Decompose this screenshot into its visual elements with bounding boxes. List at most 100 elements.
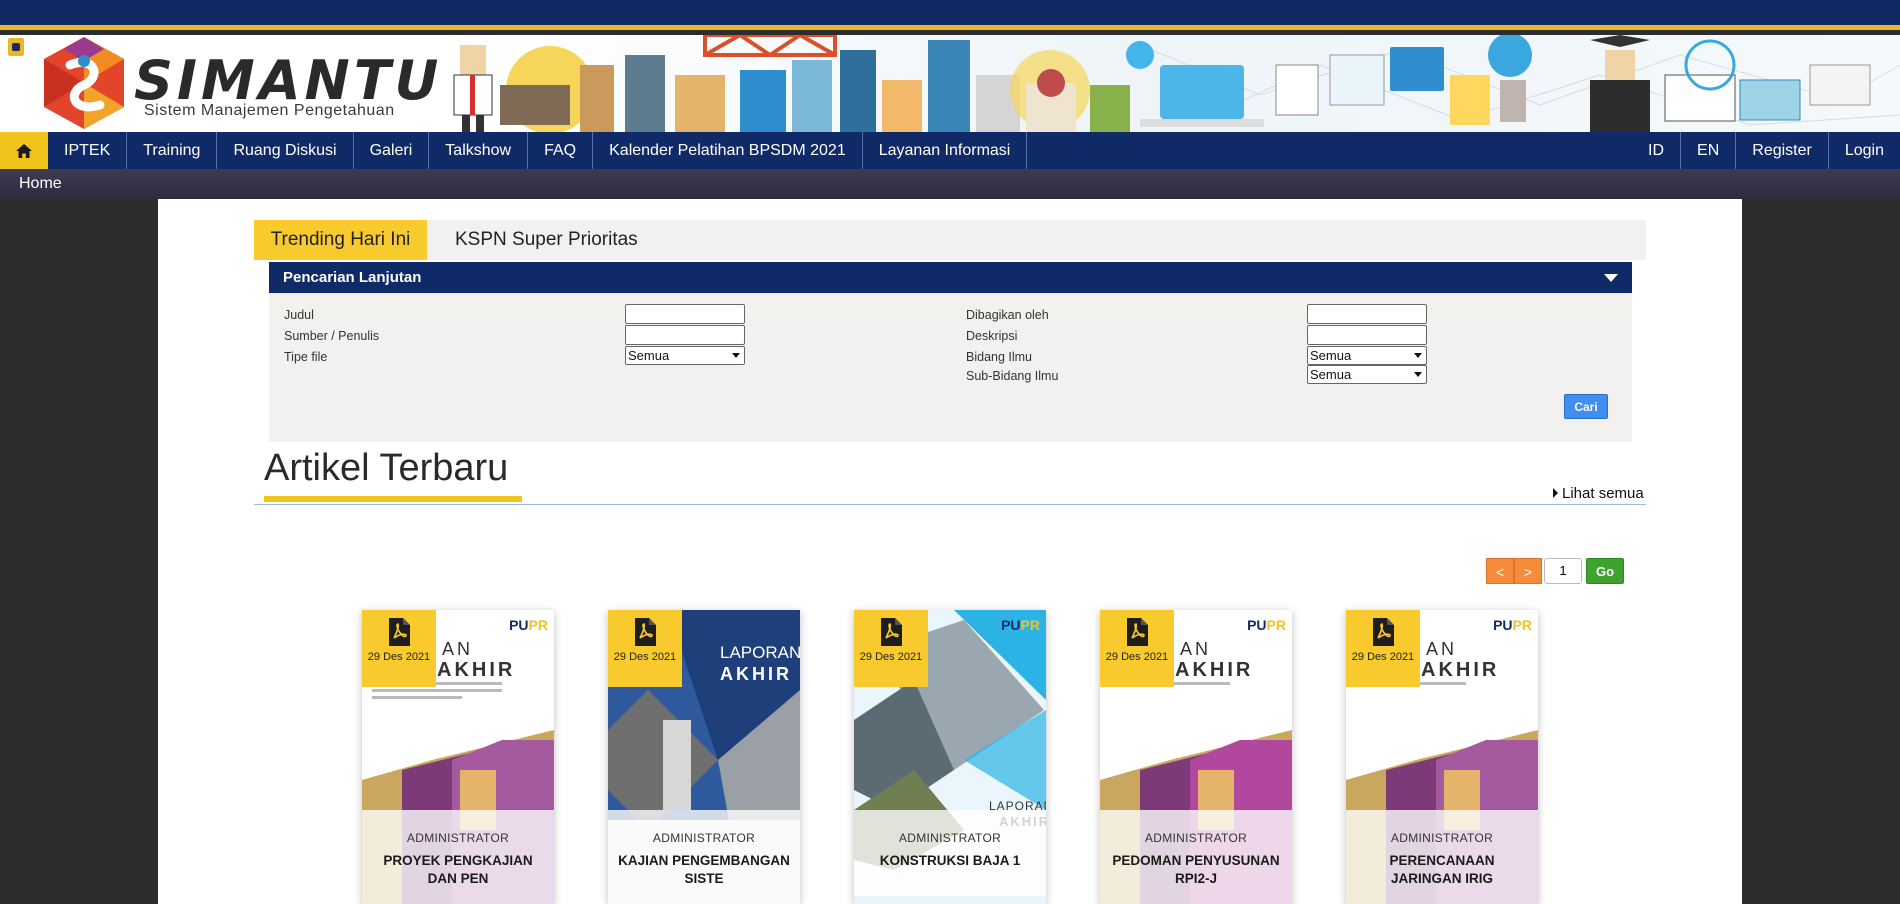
article-card[interactable]: AN AKHIR PUPR 29 Des 2021 ADMINISTRATOR …	[362, 610, 554, 904]
site-banner: SIMANTU Sistem Manajemen Pengetahuan	[0, 35, 1900, 132]
nav-right-group: ID EN Register Login	[1632, 132, 1900, 169]
svg-text:AKHIR: AKHIR	[1175, 659, 1253, 681]
section-divider	[254, 504, 1646, 505]
card-author: ADMINISTRATOR	[406, 831, 510, 845]
bidang-select[interactable]: Semua	[1307, 346, 1427, 365]
see-all-link[interactable]: Lihat semua	[1553, 485, 1644, 502]
label-subbidang: Sub-Bidang Ilmu	[966, 369, 1059, 383]
card-title[interactable]: PROYEK PENGKAJIAN DAN PEN	[372, 852, 544, 888]
label-tipe: Tipe file	[284, 350, 328, 364]
card-date: 29 Des 2021	[613, 651, 677, 663]
card-title[interactable]: KONSTRUKSI BAJA 1	[864, 852, 1036, 870]
label-judul: Judul	[284, 308, 314, 322]
card-date: 29 Des 2021	[367, 651, 431, 663]
nav-layanan-informasi[interactable]: Layanan Informasi	[863, 132, 1028, 169]
go-button[interactable]: Go	[1586, 558, 1624, 584]
article-card[interactable]: LAPORAN AKHIR 29 Des 2021 ADMINISTRATOR …	[608, 610, 800, 904]
article-card[interactable]: LAPORAN AKHIR PUPR 29 Des 2021 ADMINISTR…	[854, 610, 1046, 904]
page-number-input[interactable]: 1	[1544, 558, 1582, 584]
main-content: Trending Hari Ini KSPN Super Prioritas P…	[158, 199, 1742, 904]
breadcrumb: Home	[0, 169, 1900, 199]
caret-down-icon[interactable]	[1604, 274, 1618, 282]
pdf-icon	[389, 618, 410, 646]
pupr-logo-icon: PUPR	[509, 617, 548, 633]
tab-bar: Trending Hari Ini KSPN Super Prioritas	[254, 220, 1646, 260]
card-title[interactable]: KAJIAN PENGEMBANGAN SISTE	[618, 852, 790, 888]
card-author: ADMINISTRATOR	[898, 831, 1002, 845]
brand-subtitle: Sistem Manajemen Pengetahuan	[144, 102, 395, 119]
main-nav: IPTEK Training Ruang Diskusi Galeri Talk…	[0, 132, 1900, 169]
card-author: ADMINISTRATOR	[652, 831, 756, 845]
card-info: ADMINISTRATOR PERENCANAAN JARINGAN IRIG	[1346, 810, 1538, 904]
svg-text:AN: AN	[442, 639, 473, 659]
card-author: ADMINISTRATOR	[1390, 831, 1494, 845]
card-info: ADMINISTRATOR PROYEK PENGKAJIAN DAN PEN	[362, 810, 554, 904]
nav-ruang-diskusi[interactable]: Ruang Diskusi	[217, 132, 354, 169]
svg-text:AN: AN	[1426, 639, 1457, 659]
label-bidang: Bidang Ilmu	[966, 350, 1033, 364]
label-dibagikan: Dibagikan oleh	[966, 308, 1049, 322]
home-icon	[16, 143, 32, 158]
label-deskripsi: Deskripsi	[966, 329, 1018, 343]
tipe-select[interactable]: Semua	[625, 346, 745, 365]
card-info: ADMINISTRATOR KONSTRUKSI BAJA 1	[854, 810, 1046, 904]
nav-training[interactable]: Training	[127, 132, 218, 169]
simantu-logo-icon	[44, 37, 124, 129]
svg-text:AKHIR: AKHIR	[720, 664, 792, 684]
date-badge: 29 Des 2021	[1100, 610, 1174, 687]
card-author: ADMINISTRATOR	[1144, 831, 1248, 845]
nav-talkshow[interactable]: Talkshow	[429, 132, 529, 169]
judul-input[interactable]	[625, 304, 745, 324]
top-strip	[0, 0, 1900, 30]
advanced-search-panel: Pencarian Lanjutan Judul Sumber / Penuli…	[269, 262, 1632, 442]
advanced-search-title: Pencarian Lanjutan	[283, 269, 422, 286]
pdf-icon	[881, 618, 902, 646]
pupr-logo-icon: PUPR	[1493, 617, 1532, 633]
pdf-icon	[1373, 618, 1394, 646]
prev-page-button[interactable]: <	[1486, 558, 1514, 584]
breadcrumb-home[interactable]: Home	[19, 175, 62, 193]
nav-faq[interactable]: FAQ	[528, 132, 594, 169]
search-button[interactable]: Cari	[1564, 394, 1608, 419]
card-date: 29 Des 2021	[859, 651, 923, 663]
advanced-search-header[interactable]: Pencarian Lanjutan	[269, 262, 1632, 293]
next-page-button[interactable]: >	[1514, 558, 1542, 584]
deskripsi-input[interactable]	[1307, 325, 1427, 345]
title-underline-accent	[264, 496, 522, 502]
pupr-small-logo	[8, 38, 24, 56]
svg-text:AN: AN	[1180, 639, 1211, 659]
date-badge: 29 Des 2021	[608, 610, 682, 687]
pupr-logo-icon: PUPR	[1001, 617, 1040, 633]
date-badge: 29 Des 2021	[362, 610, 436, 687]
register-link[interactable]: Register	[1735, 132, 1828, 169]
card-info: ADMINISTRATOR PEDOMAN PENYUSUNAN RPI2-J	[1100, 810, 1292, 904]
tab-kspn[interactable]: KSPN Super Prioritas	[455, 220, 638, 260]
nav-kalender[interactable]: Kalender Pelatihan BPSDM 2021	[593, 132, 863, 169]
card-date: 29 Des 2021	[1351, 651, 1415, 663]
svg-text:LAPORAN: LAPORAN	[720, 643, 800, 662]
subbidang-select[interactable]: Semua	[1307, 365, 1427, 384]
nav-galeri[interactable]: Galeri	[354, 132, 430, 169]
section-title: Artikel Terbaru	[264, 447, 509, 489]
lang-id[interactable]: ID	[1632, 132, 1680, 169]
nav-iptek[interactable]: IPTEK	[48, 132, 128, 169]
article-card[interactable]: AN AKHIR PUPR 29 Des 2021 ADMINISTRATOR …	[1100, 610, 1292, 904]
article-card[interactable]: AN AKHIR PUPR 29 Des 2021 ADMINISTRATOR …	[1346, 610, 1538, 904]
lang-en[interactable]: EN	[1680, 132, 1735, 169]
card-info: ADMINISTRATOR KAJIAN PENGEMBANGAN SISTE	[608, 810, 800, 904]
nav-home[interactable]	[0, 132, 48, 169]
banner-illustration	[453, 35, 1871, 132]
card-title[interactable]: PEDOMAN PENYUSUNAN RPI2-J	[1110, 852, 1282, 888]
date-badge: 29 Des 2021	[854, 610, 928, 687]
svg-text:AKHIR: AKHIR	[437, 659, 515, 681]
pdf-icon	[1127, 618, 1148, 646]
svg-text:AKHIR: AKHIR	[1421, 659, 1499, 681]
tab-trending[interactable]: Trending Hari Ini	[254, 220, 427, 260]
pdf-icon	[635, 618, 656, 646]
login-link[interactable]: Login	[1827, 132, 1900, 169]
card-title[interactable]: PERENCANAAN JARINGAN IRIG	[1356, 852, 1528, 888]
card-date: 29 Des 2021	[1105, 651, 1169, 663]
dibagikan-input[interactable]	[1307, 304, 1427, 324]
sumber-input[interactable]	[625, 325, 745, 345]
pupr-logo-icon: PUPR	[1247, 617, 1286, 633]
